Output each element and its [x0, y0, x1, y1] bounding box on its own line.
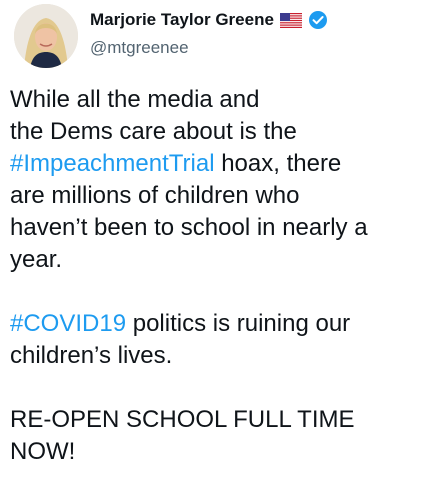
- tweet-line: RE-OPEN SCHOOL FULL TIME: [10, 406, 355, 433]
- tweet-paragraph: RE-OPEN SCHOOL FULL TIME NOW!: [10, 404, 420, 468]
- tweet-line: hoax, there: [214, 150, 342, 177]
- us-flag-icon: [279, 12, 302, 28]
- verified-icon: [308, 10, 328, 30]
- hashtag-link[interactable]: #COVID19: [10, 310, 126, 337]
- tweet-line: haven’t been to school in nearly a: [10, 214, 368, 241]
- tweet-line: year.: [10, 246, 63, 273]
- tweet-line: While all the media and: [10, 86, 260, 113]
- user-handle[interactable]: @mtgreenee: [90, 38, 189, 58]
- tweet-paragraph: While all the media and the Dems care ab…: [10, 84, 420, 276]
- tweet-text: While all the media and the Dems care ab…: [10, 84, 420, 468]
- profile-photo: [14, 4, 78, 68]
- tweet-line: are millions of children who: [10, 182, 300, 209]
- tweet-line: children’s lives.: [10, 342, 173, 369]
- tweet-paragraph: #COVID19 politics is ruining our childre…: [10, 308, 420, 372]
- tweet-line: politics is ruining our: [126, 310, 351, 337]
- avatar[interactable]: [14, 4, 78, 68]
- tweet-line: NOW!: [10, 438, 76, 465]
- display-name[interactable]: Marjorie Taylor Greene: [90, 10, 274, 30]
- tweet-line: the Dems care about is the: [10, 118, 297, 145]
- hashtag-link[interactable]: #ImpeachmentTrial: [10, 150, 215, 177]
- tweet-header: Marjorie Taylor Greene @mtgreenee: [14, 4, 414, 68]
